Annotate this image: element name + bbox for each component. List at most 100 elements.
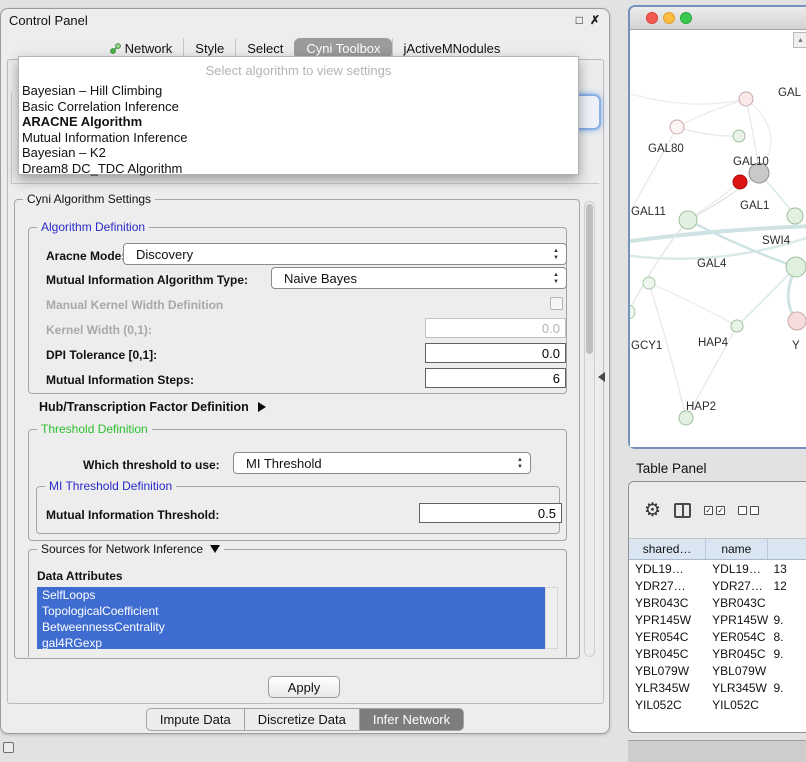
network-node-label: GAL80 [648, 143, 684, 155]
aracne-mode-select[interactable]: Discovery ▲▼ [123, 243, 567, 265]
control-panel-titlebar[interactable]: Control Panel □ ✗ [1, 9, 609, 33]
expand-arrow-icon [258, 402, 266, 412]
collapsed-panel-icon[interactable] [3, 742, 14, 753]
table-cell: YIL052C [629, 698, 706, 712]
network-node[interactable] [679, 411, 693, 425]
threshold-type-selected-value: MI Threshold [246, 456, 322, 471]
settings-scrollbar[interactable] [584, 201, 595, 657]
table-row[interactable]: YBL079WYBL079W [629, 662, 806, 679]
algorithm-popup-list: Bayesian – Hill ClimbingBasic Correlatio… [19, 83, 578, 176]
attribute-betweennesscentrality[interactable]: BetweennessCentrality [37, 619, 545, 635]
column-header-shared[interactable]: shared… [629, 539, 706, 559]
algorithm-option-aracne-algorithm[interactable]: ARACNE Algorithm [19, 114, 578, 130]
network-node[interactable] [733, 130, 745, 142]
algorithm-option-dream8-dc-tdc-algorithm[interactable]: Dream8 DC_TDC Algorithm [19, 161, 578, 177]
column-header-col-2[interactable] [768, 539, 806, 559]
network-node[interactable] [643, 277, 655, 289]
table-row[interactable]: YIL052CYIL052C [629, 696, 806, 713]
network-node[interactable] [679, 211, 697, 229]
network-window-titlebar[interactable] [630, 7, 806, 30]
network-node[interactable] [786, 257, 806, 277]
attribute-topologicalcoefficient[interactable]: TopologicalCoefficient [37, 603, 545, 619]
network-edge[interactable] [632, 127, 677, 208]
algorithm-option-basic-correlation-inference[interactable]: Basic Correlation Inference [19, 99, 578, 115]
kernel-width-input[interactable] [425, 318, 566, 338]
table-row[interactable]: YDL19…YDL19…13 [629, 560, 806, 577]
tab-label: Select [247, 41, 283, 56]
network-node-label: GCY1 [631, 340, 662, 352]
network-node[interactable] [731, 320, 743, 332]
algorithm-option-mutual-information-inference[interactable]: Mutual Information Inference [19, 130, 578, 146]
mi-algorithm-type-label: Mutual Information Algorithm Type: [46, 273, 248, 287]
table-row[interactable]: YPR145WYPR145W9. [629, 611, 806, 628]
bottom-tab-impute-data[interactable]: Impute Data [146, 708, 245, 731]
settings-gear-icon[interactable]: ⚙ [644, 501, 661, 520]
network-edge[interactable] [688, 182, 740, 220]
panel-collapse-arrow-icon[interactable] [598, 372, 605, 382]
down-arrow-icon: ▼ [553, 255, 559, 262]
attribute-gal4rgexp[interactable]: gal4RGexp [37, 635, 545, 649]
up-arrow-icon: ▲ [553, 248, 559, 255]
bottom-tab-discretize-data[interactable]: Discretize Data [245, 708, 360, 731]
close-button[interactable] [646, 12, 658, 24]
tab-label: Style [195, 41, 224, 56]
attributes-list-scrollbar[interactable] [545, 587, 558, 649]
collapse-arrow-icon[interactable] [210, 545, 220, 553]
network-node[interactable] [788, 312, 806, 330]
network-node-label: SWI4 [762, 235, 791, 247]
manual-kernel-checkbox[interactable] [550, 297, 563, 310]
zoom-button[interactable] [680, 12, 692, 24]
network-edge[interactable] [649, 283, 737, 326]
algorithm-option-bayesian-hill-climbing[interactable]: Bayesian – Hill Climbing [19, 83, 578, 99]
table-row[interactable]: YER054CYER054C8. [629, 628, 806, 645]
threshold-type-select[interactable]: MI Threshold ▲▼ [233, 452, 531, 474]
network-node[interactable] [739, 92, 753, 106]
network-node-label: Y [792, 340, 800, 352]
mi-threshold-definition-title: MI Threshold Definition [45, 479, 176, 493]
network-node[interactable] [670, 120, 684, 134]
table-row[interactable]: YBR043CYBR043C [629, 594, 806, 611]
network-edge[interactable] [677, 127, 739, 136]
unchecked-box-icon [750, 506, 759, 515]
bottom-tab-infer-network[interactable]: Infer Network [360, 708, 464, 731]
table-cell: 12 [768, 579, 806, 593]
data-attributes-label: Data Attributes [37, 569, 123, 583]
unchecked-box-icon [738, 506, 747, 515]
network-edge[interactable] [630, 92, 746, 104]
network-node[interactable] [733, 175, 747, 189]
mi-steps-input[interactable] [425, 368, 566, 388]
algorithm-option-bayesian-k2[interactable]: Bayesian – K2 [19, 145, 578, 161]
table-cell: 9. [768, 647, 806, 661]
table-row[interactable]: YDR27…YDR27…12 [629, 577, 806, 594]
float-window-icon[interactable]: □ [576, 13, 583, 27]
mi-algorithm-type-select[interactable]: Naive Bayes ▲▼ [271, 267, 567, 289]
background-fieldset-edge [11, 183, 599, 184]
network-view-window: GALGAL80GAL10GAL11GAL1SWI4GAL4GCY1HAP4YH… [628, 5, 806, 449]
columns-icon[interactable] [674, 503, 691, 518]
desktop-background: Control Panel □ ✗ NetworkStyleSelectCyni… [0, 0, 806, 762]
select-all-columns-icon[interactable]: ✓ ✓ [704, 506, 725, 515]
table-cell: YBR045C [706, 647, 767, 661]
minimize-button[interactable] [663, 12, 675, 24]
column-header-name[interactable]: name [706, 539, 767, 559]
data-attributes-list[interactable]: SelfLoopsTopologicalCoefficientBetweenne… [37, 587, 545, 649]
network-canvas[interactable]: GALGAL80GAL10GAL11GAL1SWI4GAL4GCY1HAP4YH… [630, 30, 806, 447]
close-window-icon[interactable]: ✗ [590, 13, 600, 27]
table-row[interactable]: YLR345WYLR345W9. [629, 679, 806, 696]
apply-button[interactable]: Apply [268, 676, 340, 698]
attribute-selfloops[interactable]: SelfLoops [37, 587, 545, 603]
scroll-up-button[interactable]: ▲ [793, 32, 806, 48]
dpi-tolerance-input[interactable] [425, 343, 566, 363]
network-node[interactable] [630, 305, 635, 319]
apply-button-label: Apply [288, 680, 321, 695]
mi-threshold-input[interactable] [419, 503, 562, 523]
table-cell: 9. [768, 681, 806, 695]
combo-arrows-icon: ▲▼ [553, 248, 559, 262]
algorithm-placeholder: Select algorithm to view settings [19, 57, 578, 83]
scrollbar-thumb[interactable] [586, 204, 593, 354]
network-node[interactable] [787, 208, 803, 224]
network-node-label: GAL4 [697, 258, 727, 270]
table-row[interactable]: YBR045CYBR045C9. [629, 645, 806, 662]
deselect-all-columns-icon[interactable] [738, 506, 759, 515]
hub-definition-toggle[interactable]: Hub/Transcription Factor Definition [39, 400, 266, 414]
